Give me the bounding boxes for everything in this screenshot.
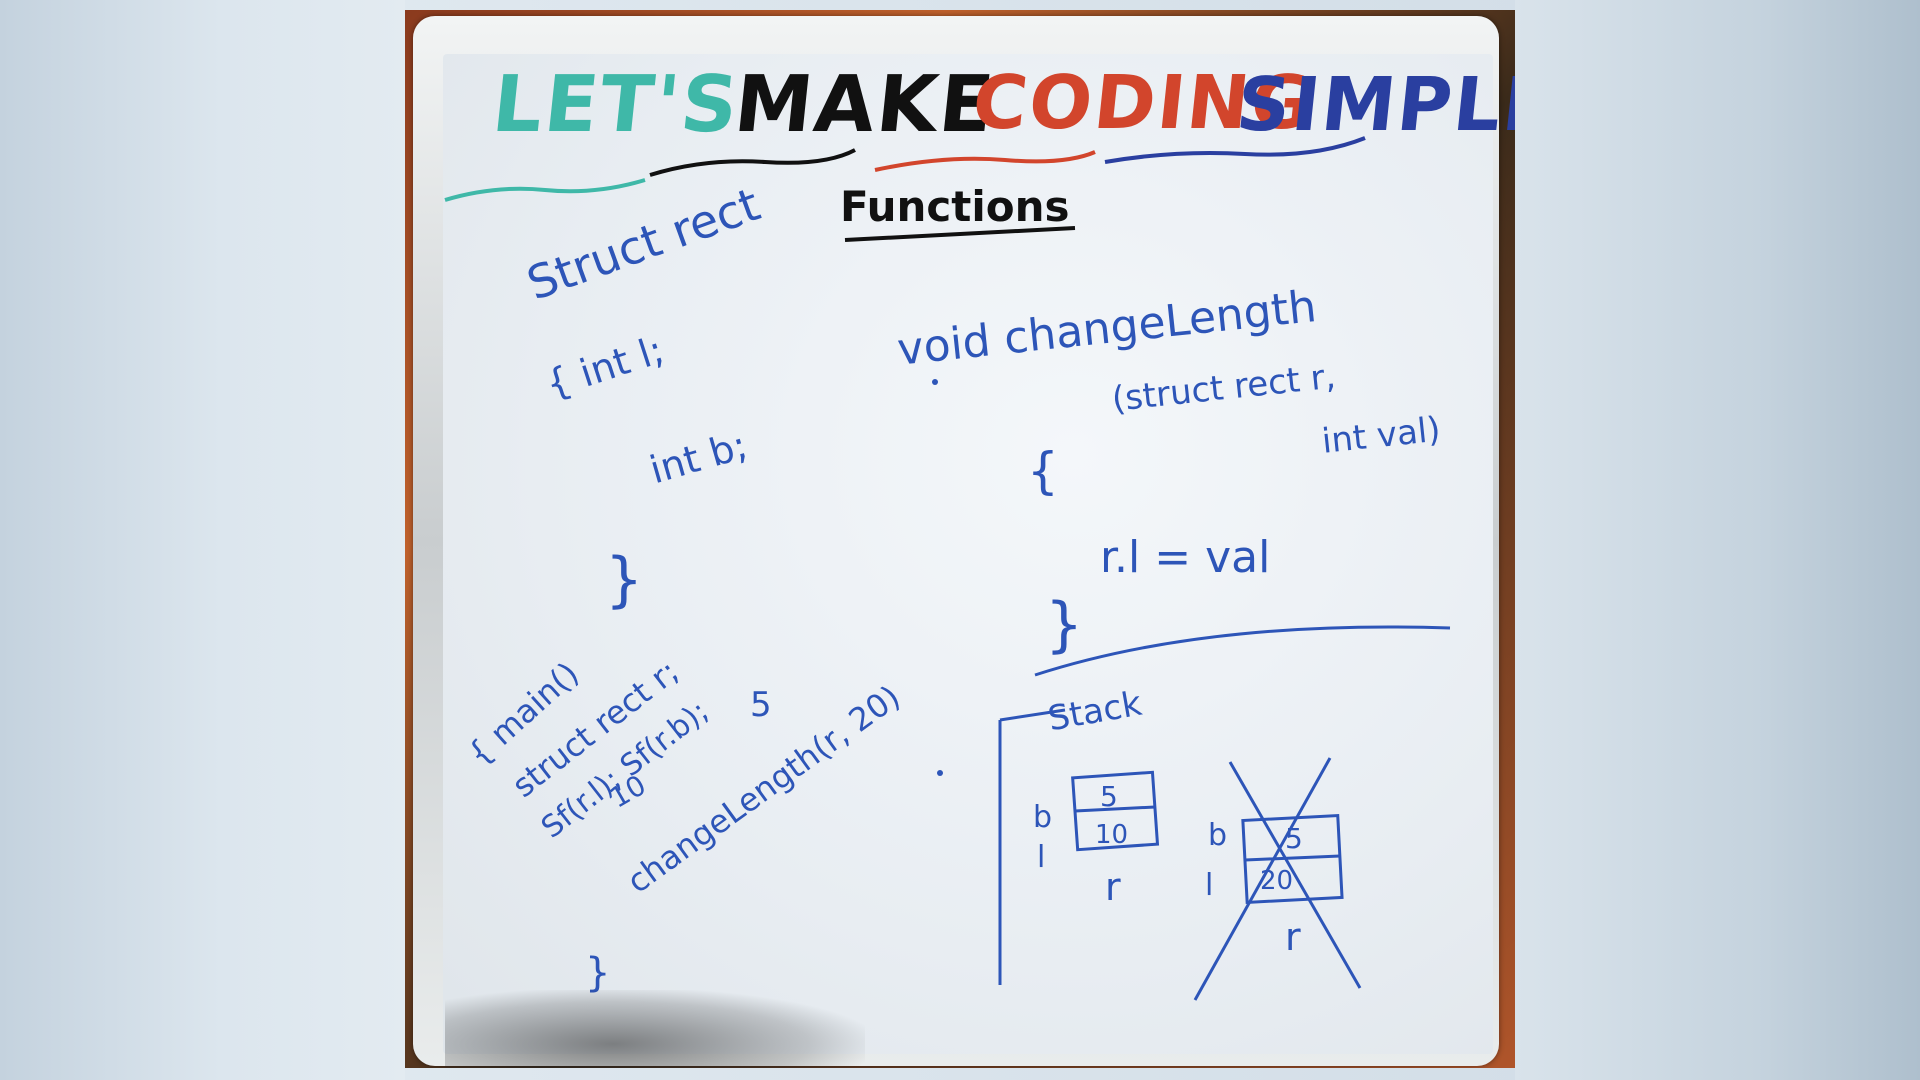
- ink-dot-1: [937, 770, 943, 776]
- background-right: [1515, 0, 1920, 1080]
- ink-dot-2: [932, 379, 938, 385]
- stack-arc: [1034, 625, 1451, 677]
- hand-shadow: [445, 990, 865, 1068]
- whiteboard-photo: LET'S MAKE CODING SIMPLE Functions Struc…: [405, 10, 1515, 1068]
- underline-make: [649, 148, 856, 177]
- stack-frame2-divider: [1244, 854, 1341, 862]
- ink-strokes: [444, 136, 1451, 1001]
- stack-frame2-cross-b: [1193, 757, 1332, 1001]
- stack-wall-top: [999, 708, 1066, 722]
- underline-lets: [444, 178, 646, 202]
- underline-coding: [874, 150, 1096, 172]
- background-left: [0, 0, 405, 1080]
- underline-simple: [1104, 136, 1366, 164]
- underline-functions: [844, 226, 1076, 242]
- stack-frame1-divider: [1074, 805, 1156, 813]
